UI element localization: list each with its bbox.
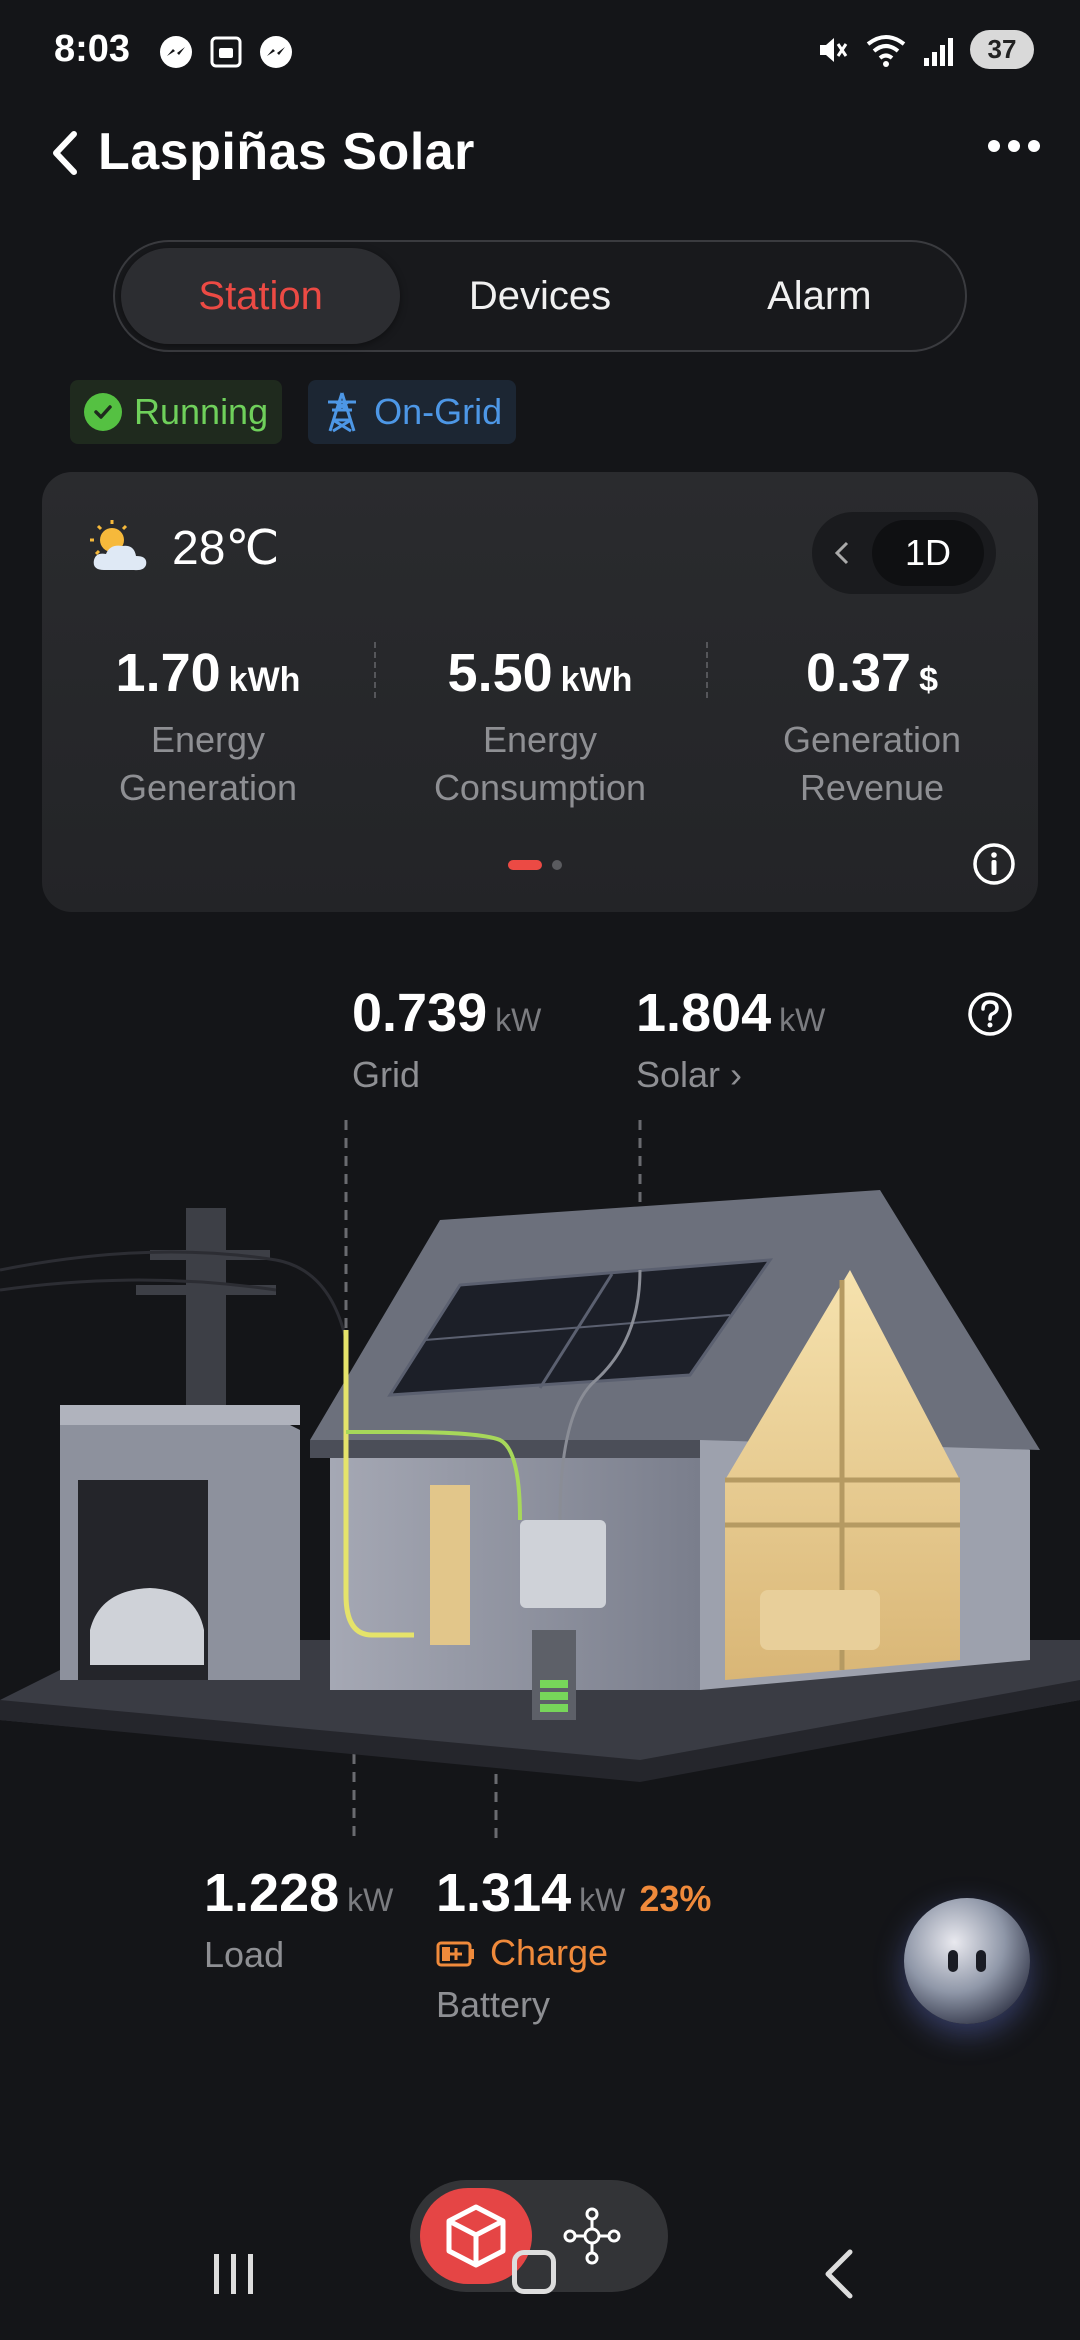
- energy-metrics: 1.70 kWh Energy Generation 5.50 kWh Energy C…: [42, 642, 1038, 812]
- wifi-icon: [866, 34, 906, 67]
- ai-assistant-button[interactable]: [904, 1898, 1030, 2024]
- recents-icon[interactable]: [212, 2250, 256, 2298]
- solar-value: 1.804: [636, 983, 772, 1043]
- tab-station[interactable]: Station: [121, 248, 401, 344]
- battery-level: 37: [970, 30, 1034, 69]
- status-time: 8:03: [54, 28, 131, 70]
- period-value[interactable]: 1D: [872, 520, 984, 586]
- more-options-icon[interactable]: [988, 140, 1040, 152]
- metric-energy-generation: 1.70 kWh Energy Generation: [42, 642, 374, 812]
- energy-summary-card[interactable]: 28℃ 1D 1.70 kWh Energy Generation 5.50 kWh …: [42, 472, 1038, 912]
- solar-power[interactable]: 1.804 kW Solar ›: [636, 982, 825, 1096]
- metric-unit: $: [919, 661, 939, 699]
- grid-unit: kW: [495, 1002, 542, 1038]
- metric-label: Energy Generation: [118, 719, 298, 808]
- system-status: 37: [814, 30, 1034, 69]
- help-icon[interactable]: [966, 990, 1014, 1038]
- messenger-icon: [260, 36, 292, 68]
- system-navigation-bar: [0, 2240, 1080, 2340]
- battery-power: 1.314 kW 23% Charge Battery: [436, 1862, 711, 2026]
- home-icon[interactable]: [512, 2250, 556, 2294]
- temperature: 28℃: [172, 522, 280, 575]
- metric-unit: kWh: [560, 661, 633, 699]
- signal-icon: [924, 37, 953, 66]
- metric-value: 5.50: [447, 643, 553, 703]
- grid-power: 0.739 kW Grid: [352, 982, 541, 1096]
- weather: 28℃: [86, 518, 279, 578]
- running-status-badge: Running: [70, 380, 283, 444]
- page-indicator: [508, 860, 562, 870]
- battery-label: Battery: [436, 1984, 551, 2025]
- on-grid-label: On-Grid: [374, 391, 503, 432]
- page-header: Laspiñas Solar: [0, 118, 1080, 188]
- partly-cloudy-icon: [90, 520, 147, 571]
- notification-icons: [158, 34, 294, 70]
- load-value: 1.228: [204, 1863, 340, 1923]
- page-dot-active: [508, 860, 542, 870]
- page-title: Laspiñas Solar: [98, 123, 475, 181]
- chevron-left-icon[interactable]: [812, 539, 872, 567]
- on-grid-status-badge: On-Grid: [308, 380, 517, 444]
- metric-label: Energy Consumption: [433, 719, 647, 808]
- grid-value: 0.739: [352, 983, 488, 1043]
- messenger-icon: [160, 36, 192, 68]
- load-unit: kW: [347, 1882, 394, 1918]
- metric-label: Generation Revenue: [782, 719, 962, 808]
- battery-charge-status: Charge: [436, 1932, 711, 1974]
- battery-unit: kW: [579, 1882, 626, 1918]
- load-power: 1.228 kW Load: [204, 1862, 393, 1976]
- period-selector[interactable]: 1D: [812, 512, 996, 594]
- status-chips: Running On-Grid: [70, 380, 517, 444]
- info-icon[interactable]: [972, 842, 1016, 886]
- battery-soc: 23%: [639, 1878, 712, 1919]
- power-tower-icon: [328, 392, 357, 433]
- back-nav-icon[interactable]: [820, 2246, 860, 2302]
- battery-value: 1.314: [436, 1863, 572, 1923]
- tab-bar: Station Devices Alarm: [113, 240, 967, 352]
- battery-status-label: Charge: [490, 1932, 609, 1973]
- house-energy-illustration: [0, 1120, 1080, 1840]
- metric-unit: kWh: [228, 661, 301, 699]
- load-label: Load: [204, 1934, 285, 1975]
- grid-label: Grid: [352, 1054, 421, 1095]
- tab-devices[interactable]: Devices: [400, 248, 679, 344]
- tab-alarm[interactable]: Alarm: [680, 248, 959, 344]
- back-icon[interactable]: [44, 128, 88, 178]
- metric-generation-revenue: 0.37 $ Generation Revenue: [706, 642, 1038, 812]
- solar-link[interactable]: Solar ›: [636, 1054, 825, 1096]
- mute-icon: [820, 37, 848, 62]
- metric-energy-consumption: 5.50 kWh Energy Consumption: [374, 642, 706, 812]
- page-dot: [552, 860, 562, 870]
- battery-charging-icon: [436, 1941, 474, 1967]
- solar-unit: kW: [779, 1002, 826, 1038]
- running-label: Running: [134, 391, 269, 432]
- check-circle-icon: [84, 393, 122, 431]
- metric-value: 1.70: [115, 643, 221, 703]
- screenshot-icon: [210, 36, 242, 68]
- status-bar: 8:03 37: [0, 0, 1080, 100]
- metric-value: 0.37: [805, 643, 912, 703]
